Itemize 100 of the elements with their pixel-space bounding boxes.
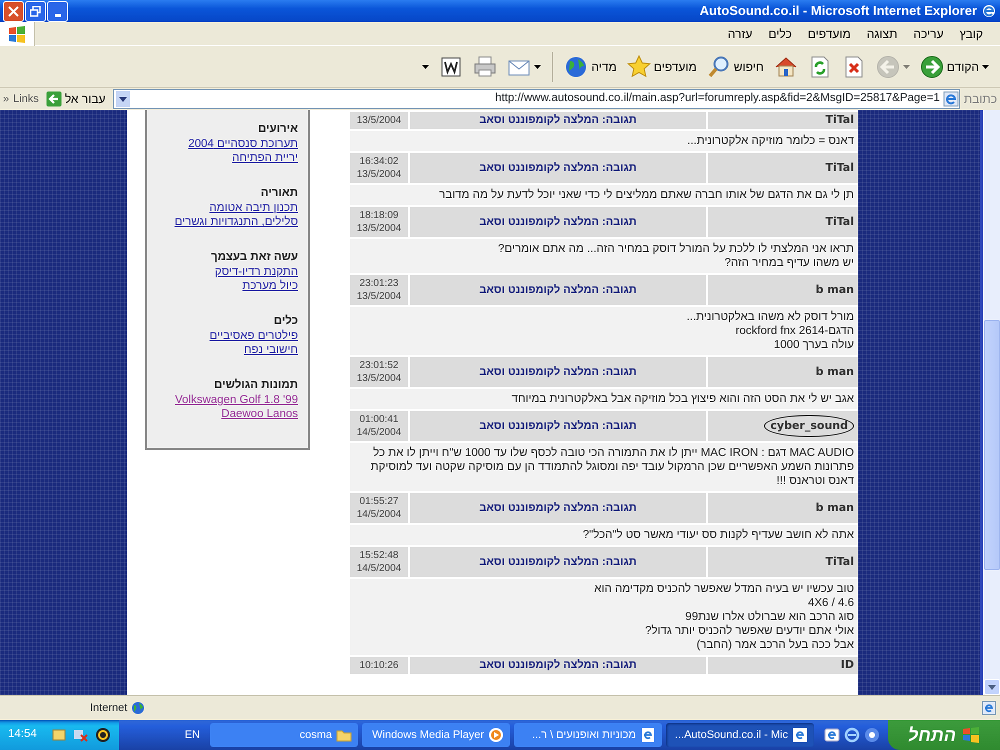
- dropdown-caret-icon: [902, 64, 910, 68]
- restore-button[interactable]: [25, 0, 46, 22]
- globe-icon: [564, 54, 588, 78]
- window-title: AutoSound.co.il - Microsoft Internet Explorer: [700, 2, 977, 20]
- post-date: 13/5/2004: [356, 372, 402, 385]
- post-text: אגב יש לי את הסט הזה והוא פיצוץ בכל מוזיקה אבל באלקטרונית במיוחד: [350, 389, 858, 409]
- post-date: 13/5/2004: [356, 114, 402, 127]
- section-heading: תמונות הגולשים: [214, 378, 298, 393]
- sidebar-link[interactable]: התקנת רדיו-דיסק: [214, 265, 298, 279]
- author-name: TiTal: [825, 214, 854, 230]
- go-button[interactable]: עבור אל: [42, 90, 108, 108]
- subject-link[interactable]: תגובה: המלצה לקומפוננט וסאב: [479, 364, 637, 380]
- sidebar-link[interactable]: תכנון תיבה אטומה: [209, 201, 298, 215]
- home-icon: [774, 54, 798, 78]
- language-indicator[interactable]: EN: [184, 726, 200, 744]
- sidebar-link[interactable]: Daewoo Lanos: [221, 407, 298, 421]
- post-time: 01:55:27: [358, 495, 400, 508]
- page-icon: [942, 91, 959, 107]
- scrollbar-thumb[interactable]: [984, 320, 1000, 570]
- author-name: cyber_sound: [764, 414, 854, 438]
- sidebar-link[interactable]: Volkswagen Golf 1.8 '99: [174, 393, 298, 407]
- section-heading: כלים: [274, 314, 298, 329]
- post-date: 13/5/2004: [356, 290, 402, 303]
- subject-link[interactable]: תגובה: המלצה לקומפוננט וסאב: [479, 214, 637, 230]
- links-label[interactable]: Links: [13, 90, 39, 108]
- menu-item[interactable]: עזרה: [720, 22, 760, 44]
- menu-item[interactable]: תצוגה: [860, 22, 904, 44]
- page-icon: [792, 727, 808, 743]
- post-date: 13/5/2004: [356, 222, 402, 235]
- post-text: תראו אני המלצתי לו ללכת על המורל דוסק במחיר הזה... מה אתם אומרים? יש משהו עדיף במחיר הזה?: [350, 239, 858, 273]
- menu-item[interactable]: מועדפים: [800, 22, 858, 44]
- address-field[interactable]: http://www.autosound.co.il/main.asp?url=forumreply.asp&fid=2&MsgID=25817&Page=1: [112, 89, 960, 109]
- media-player-icon: [488, 727, 504, 743]
- menu-item[interactable]: כלים: [761, 22, 799, 44]
- section-heading: תאוריה: [260, 186, 298, 201]
- quick-launch-icon[interactable]: [824, 727, 840, 743]
- subject-link[interactable]: תגובה: המלצה לקומפוננט וסאב: [479, 112, 637, 129]
- sidebar-link[interactable]: כיול מערכת: [242, 279, 298, 293]
- post-date: 14/5/2004: [356, 426, 402, 439]
- restore-icon: [30, 6, 41, 16]
- scrollbar[interactable]: [983, 110, 1000, 695]
- taskbar-button[interactable]: cosma: [210, 723, 358, 747]
- sidebar-link[interactable]: סלילים, התנגדויות וגשרים: [174, 215, 298, 229]
- post-date: 14/5/2004: [356, 562, 402, 575]
- back-button[interactable]: הקודם: [916, 52, 992, 80]
- clock: 14:54: [8, 727, 37, 742]
- favorites-button[interactable]: מועדפים: [624, 52, 700, 80]
- start-button[interactable]: התחל: [888, 720, 1000, 750]
- section-heading: אירועים: [258, 122, 298, 137]
- minimize-button[interactable]: [47, 0, 68, 22]
- post-text: MAC AUDIO דגם : MAC IRON ייתן לו את התמורה הכי טובה לכסף שלו עד 1000 ש"ח וייתן לו את כל פתרונות השמע האפשריים שכן הרמקול עובד יפה ומסוגל להתמודד הן עם מוסיקה שקטה ועד למוסיקת דאנס וטראנס !!!: [350, 443, 858, 491]
- windows-logo-icon: [7, 24, 27, 42]
- subject-link[interactable]: תגובה: המלצה לקומפוננט וסאב: [479, 418, 637, 434]
- subject-link[interactable]: תגובה: המלצה לקומפוננט וסאב: [479, 282, 637, 298]
- post-time: 01:00:41: [358, 413, 400, 426]
- post-time: 18:18:09: [358, 209, 400, 222]
- author-name: TiTal: [825, 554, 854, 570]
- arrow-icon: [46, 91, 62, 107]
- subject-link[interactable]: תגובה: המלצה לקומפוננט וסאב: [479, 554, 637, 570]
- taskbar-button[interactable]: AutoSound.co.il - Mic...: [666, 723, 814, 747]
- taskbar-button[interactable]: מכוניות ואופנועים \ ר...: [514, 723, 662, 747]
- author-name: b man: [816, 364, 854, 380]
- chevron-button[interactable]: »: [3, 90, 10, 108]
- page-icon: [640, 727, 656, 743]
- post-date: 13/5/2004: [356, 168, 402, 181]
- post-text: אתה לא חושב שעדיף לקנות סס יעודי מאשר סט ל"הכל"?: [350, 525, 858, 545]
- post-time: 16:34:02: [358, 155, 400, 168]
- dropdown-caret-icon: [982, 64, 989, 68]
- tray-icon[interactable]: [94, 727, 111, 743]
- sidebar-link[interactable]: פילטרים פאסיביים: [210, 329, 298, 343]
- dropdown-caret-icon: [422, 64, 430, 68]
- post-text: מורל דוסק לא משהו באלקטרונית... הדגם-rockford fnx 2614 עולה בערך 1000: [350, 307, 858, 355]
- author-name: ID: [840, 657, 854, 674]
- post-time: 10:10:26: [358, 659, 400, 672]
- subject-link[interactable]: תגובה: המלצה לקומפוננט וסאב: [479, 160, 637, 176]
- post-text: תן לי גם את הדגם של אותו חברה שאתם ממליצים לי כדי שאני יוכל לדעת על מה מדובר: [350, 185, 858, 205]
- media-button[interactable]: מדיה: [561, 52, 620, 80]
- menu-item[interactable]: קובץ: [952, 22, 990, 44]
- star-icon: [626, 54, 651, 78]
- close-button[interactable]: [3, 0, 24, 22]
- dropdown-caret-icon: [534, 64, 542, 68]
- dropdown-caret-icon: [118, 96, 126, 102]
- section-heading: עשה זאת בעצמך: [210, 250, 298, 265]
- quick-launch-icon[interactable]: [864, 727, 880, 743]
- sidebar-link[interactable]: חישובי נפח: [244, 343, 298, 357]
- menu-item[interactable]: עריכה: [906, 22, 951, 44]
- subject-link[interactable]: תגובה: המלצה לקומפוננט וסאב: [479, 500, 637, 516]
- taskbar-button[interactable]: Windows Media Player: [362, 723, 510, 747]
- network-icon[interactable]: [72, 727, 89, 743]
- close-icon: [8, 6, 19, 16]
- sidebar-link[interactable]: יריית הפתיחה: [232, 151, 298, 165]
- page-icon: [982, 701, 996, 715]
- minimize-icon: [54, 14, 60, 16]
- subject-link[interactable]: תגובה: המלצה לקומפוננט וסאב: [479, 657, 637, 674]
- author-name: TiTal: [825, 160, 854, 176]
- document-icon: [439, 54, 464, 78]
- post-time: 23:01:23: [358, 277, 400, 290]
- scroll-down-button[interactable]: [984, 679, 1000, 695]
- sidebar-link[interactable]: תערוכת סנסהיים 2004: [188, 137, 298, 151]
- search-button[interactable]: חיפוש: [704, 52, 767, 80]
